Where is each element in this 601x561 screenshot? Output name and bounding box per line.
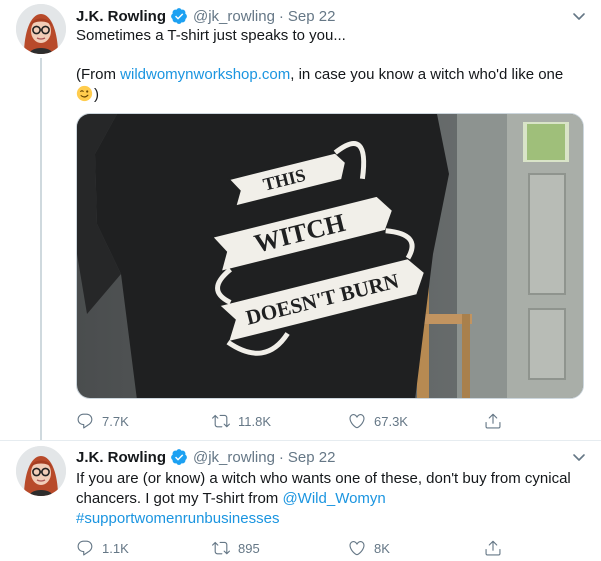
author-name[interactable]: J.K. Rowling xyxy=(76,8,166,25)
avatar[interactable] xyxy=(16,446,66,496)
winking-face-emoji xyxy=(76,85,93,102)
reply-icon xyxy=(77,413,93,429)
like-button[interactable]: 67.3K xyxy=(348,411,484,431)
verified-badge-icon xyxy=(170,448,188,466)
retweet-count: 11.8K xyxy=(238,413,272,429)
reply-button[interactable]: 7.7K xyxy=(76,411,212,431)
text-prefix: (From xyxy=(76,66,121,83)
reply-count: 7.7K xyxy=(102,413,129,429)
share-button[interactable] xyxy=(484,411,524,431)
external-link[interactable]: wildwomynworkshop.com xyxy=(120,66,290,83)
text-end: ) xyxy=(94,86,99,103)
author-name[interactable]: J.K. Rowling xyxy=(76,449,166,466)
like-icon xyxy=(349,541,365,556)
tweet-2[interactable]: J.K. Rowling @jk_rowling · Sep 22 If you… xyxy=(0,441,601,561)
tweet-text: If you are (or know) a witch who wants o… xyxy=(76,469,588,529)
thread-connector-line xyxy=(40,58,42,441)
tweet-actions: 1.1K 895 8K xyxy=(76,538,524,558)
author-handle[interactable]: @jk_rowling xyxy=(193,8,275,25)
reply-count: 1.1K xyxy=(102,540,129,556)
retweet-count: 895 xyxy=(238,540,260,556)
retweet-button[interactable]: 895 xyxy=(212,538,348,558)
like-icon xyxy=(349,414,365,429)
tweet-text-continued: (From wildwomynworkshop.com, in case you… xyxy=(76,65,588,105)
reply-icon xyxy=(77,540,93,556)
verified-badge-icon xyxy=(170,7,188,25)
share-icon xyxy=(485,540,501,556)
share-button[interactable] xyxy=(484,538,524,558)
tweet-text: Sometimes a T-shirt just speaks to you..… xyxy=(76,27,346,44)
avatar[interactable] xyxy=(16,4,66,54)
tweet-actions: 7.7K 11.8K 67.3K xyxy=(76,411,524,431)
tweet-header: J.K. Rowling @jk_rowling · Sep 22 xyxy=(76,6,335,26)
share-icon xyxy=(485,413,501,429)
text-suffix: , in case you know a witch who'd like on… xyxy=(290,66,564,83)
hashtag-link[interactable]: #supportwomenrunbusinesses xyxy=(76,510,279,527)
retweet-icon xyxy=(212,541,230,555)
separator-dot: · xyxy=(278,7,284,25)
tweet-date[interactable]: Sep 22 xyxy=(288,8,336,25)
like-button[interactable]: 8K xyxy=(348,538,484,558)
tweet-date[interactable]: Sep 22 xyxy=(288,449,336,466)
author-handle[interactable]: @jk_rowling xyxy=(193,449,275,466)
like-count: 8K xyxy=(374,540,390,556)
tweet-header: J.K. Rowling @jk_rowling · Sep 22 xyxy=(76,447,335,467)
chevron-down-icon[interactable] xyxy=(571,8,587,24)
tweet-photo[interactable]: THIS WITCH DOESN'T BURN xyxy=(76,113,584,399)
separator-dot: · xyxy=(278,448,284,466)
like-count: 67.3K xyxy=(374,413,408,429)
retweet-button[interactable]: 11.8K xyxy=(212,411,348,431)
tweet-1[interactable]: J.K. Rowling @jk_rowling · Sep 22 Someti… xyxy=(0,0,601,441)
mention-link[interactable]: @Wild_Womyn xyxy=(282,490,385,507)
reply-button[interactable]: 1.1K xyxy=(76,538,212,558)
retweet-icon xyxy=(212,414,230,428)
chevron-down-icon[interactable] xyxy=(571,449,587,465)
